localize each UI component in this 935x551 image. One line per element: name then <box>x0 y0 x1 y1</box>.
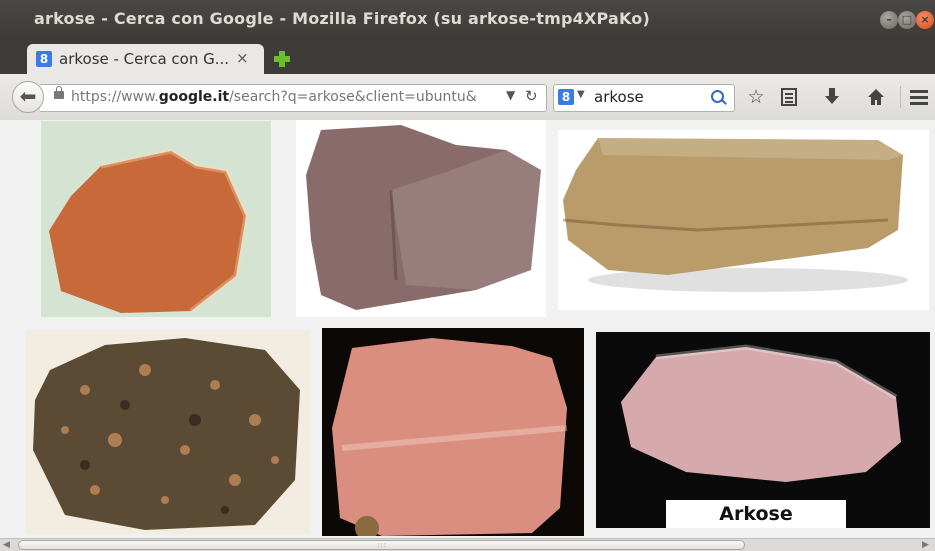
tab-arkose-search[interactable]: 8 arkose - Cerca con G... × <box>27 44 264 74</box>
new-tab-icon[interactable] <box>274 51 290 67</box>
google-favicon-icon: 8 <box>36 51 52 67</box>
bookmark-star-icon[interactable]: ☆ <box>744 86 768 108</box>
horizontal-scrollbar[interactable]: ◀ ::: ▶ <box>0 538 935 551</box>
menu-icon[interactable] <box>907 86 931 108</box>
lock-icon <box>54 86 64 99</box>
reading-list-icon[interactable] <box>777 86 801 108</box>
search-icon[interactable] <box>711 90 724 103</box>
arkose-image-5[interactable] <box>322 328 584 536</box>
tab-strip: 8 arkose - Cerca con G... × <box>0 40 935 74</box>
maximize-icon: □ <box>901 13 913 26</box>
scroll-right-icon[interactable]: ▶ <box>922 540 929 550</box>
tab-close-button[interactable]: × <box>236 49 249 67</box>
arkose-image-6[interactable]: Arkose <box>596 332 930 528</box>
back-button[interactable]: ⬅ <box>12 81 44 113</box>
search-input[interactable]: arkose <box>594 88 644 106</box>
url-bar[interactable]: https://www.google.it/search?q=arkose&cl… <box>40 84 547 112</box>
back-icon: ⬅ <box>19 84 37 108</box>
scrollbar-thumb[interactable]: ::: <box>18 540 745 550</box>
grip-icon: ::: <box>377 541 388 549</box>
home-icon[interactable] <box>864 86 888 108</box>
search-engine-dropdown-icon[interactable]: ▼ <box>577 89 585 100</box>
search-engine-icon[interactable]: 8 <box>558 89 574 105</box>
image-results: Arkose <box>0 120 935 538</box>
scroll-left-icon[interactable]: ◀ <box>3 540 10 550</box>
minimize-button[interactable]: – <box>880 11 898 29</box>
url-text[interactable]: https://www.google.it/search?q=arkose&cl… <box>71 89 477 105</box>
arkose-image-1[interactable] <box>41 121 271 317</box>
window-titlebar: arkose - Cerca con Google - Mozilla Fire… <box>0 0 935 40</box>
close-window-button[interactable]: × <box>916 11 934 29</box>
maximize-button[interactable]: □ <box>898 11 916 29</box>
download-icon[interactable] <box>820 86 844 108</box>
dropdown-icon[interactable]: ▼ <box>506 88 515 102</box>
search-bar[interactable]: 8 ▼ arkose <box>553 84 735 112</box>
arkose-image-3[interactable] <box>558 130 929 310</box>
tab-title: arkose - Cerca con G... <box>59 50 230 68</box>
reload-icon[interactable]: ↻ <box>525 87 538 105</box>
image-caption: Arkose <box>666 500 846 528</box>
arkose-image-2[interactable] <box>296 120 546 317</box>
navigation-toolbar: https://www.google.it/search?q=arkose&cl… <box>0 74 935 121</box>
close-icon: × <box>920 13 930 26</box>
toolbar-separator <box>900 86 901 108</box>
window-title: arkose - Cerca con Google - Mozilla Fire… <box>34 9 651 28</box>
minimize-icon: – <box>886 13 892 26</box>
arkose-image-4[interactable] <box>25 330 310 534</box>
